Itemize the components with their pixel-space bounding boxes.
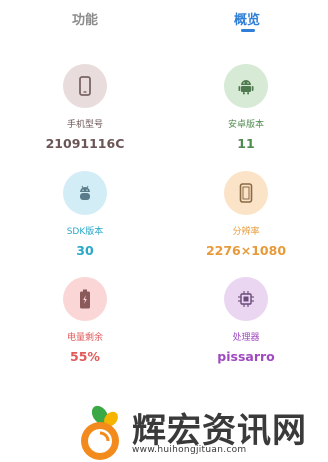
active-tab-indicator [241, 29, 255, 32]
sdk-version-value: 30 [76, 243, 94, 258]
battery-icon-circle [63, 277, 107, 321]
battery-value: 55% [70, 349, 100, 364]
tab-features[interactable]: 功能 [72, 9, 98, 28]
tab-bar: 功能 概览 [0, 0, 328, 40]
android-sdk-icon [80, 185, 90, 200]
phone-icon-circle [63, 64, 107, 108]
processor-value: pissarro [217, 349, 275, 364]
resolution-item: 分辨率 2276×1080 [196, 171, 296, 258]
screen-icon [239, 183, 253, 203]
watermark-url: www.huihongjituan.com [132, 445, 247, 455]
processor-label: 处理器 [232, 333, 260, 343]
android-icon-circle [224, 64, 268, 108]
resolution-value: 2276×1080 [205, 243, 287, 258]
resolution-label: 分辨率 [232, 227, 260, 237]
android-version-label: 安卓版本 [227, 120, 264, 130]
screen-icon-circle [224, 171, 268, 215]
orange-logo-icon [81, 405, 119, 460]
battery-icon [80, 289, 90, 309]
android-version-value: 11 [237, 136, 255, 151]
tab-overview[interactable]: 概览 [234, 9, 260, 28]
battery-label: 电量剩余 [66, 333, 103, 343]
phone-model-value: 21091116C [45, 136, 125, 151]
sdk-version-label: SDK版本 [66, 227, 104, 237]
phone-model-label: 手机型号 [66, 120, 103, 130]
site-watermark: 辉宏资讯网 www.huihongjituan.com [74, 403, 328, 462]
processor-item: 处理器 pissarro [196, 277, 296, 364]
android-version-item: 安卓版本 11 [196, 64, 296, 151]
phone-model-item: 手机型号 21091116C [35, 64, 135, 151]
sdk-version-item: SDK版本 30 [35, 171, 135, 258]
battery-item: 电量剩余 55% [35, 277, 135, 364]
android-icon [238, 80, 254, 95]
cpu-icon-circle [224, 277, 268, 321]
phone-icon [79, 76, 91, 96]
cpu-icon [238, 291, 254, 307]
sdk-icon-circle [63, 171, 107, 215]
